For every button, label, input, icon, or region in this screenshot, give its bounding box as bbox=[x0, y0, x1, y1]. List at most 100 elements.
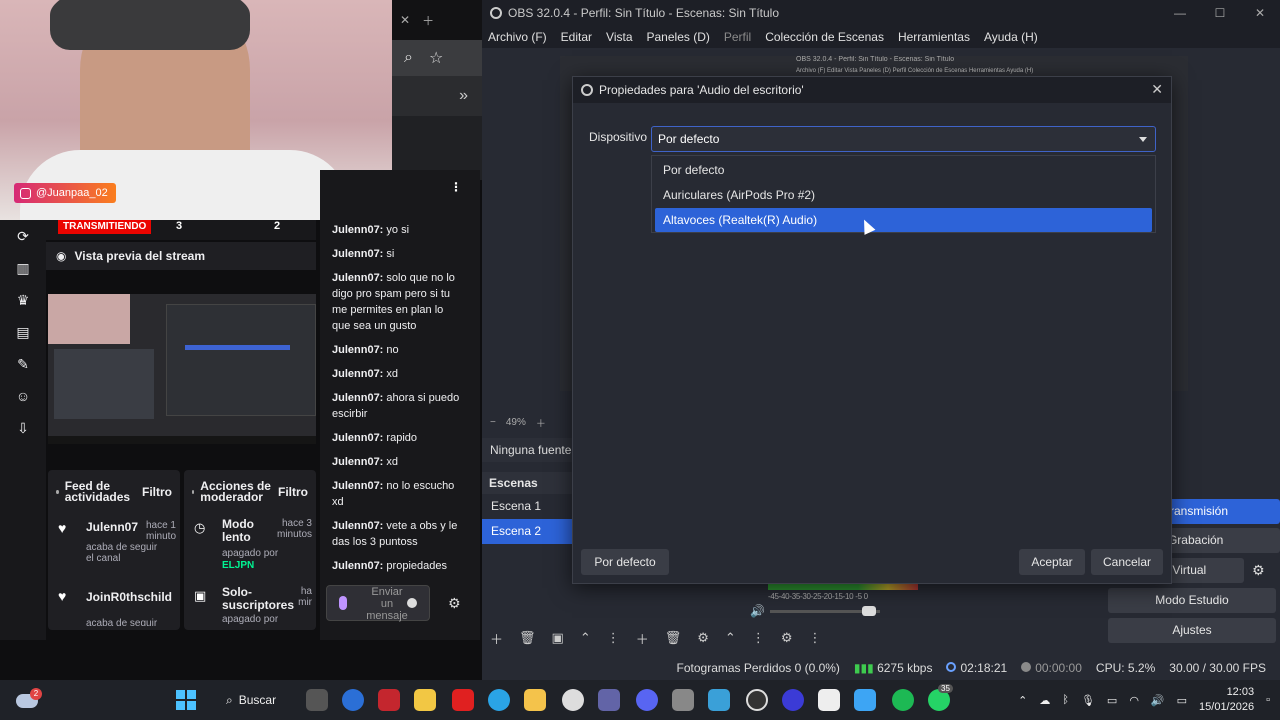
edge-icon[interactable] bbox=[488, 689, 510, 711]
mic-icon[interactable] bbox=[339, 596, 347, 610]
chatgpt-icon[interactable] bbox=[562, 689, 584, 711]
chat-more-icon[interactable]: ⋮ bbox=[450, 180, 462, 194]
battery-icon[interactable]: ▭ bbox=[1177, 694, 1187, 707]
settings-button[interactable]: Ajustes bbox=[1108, 618, 1276, 643]
menu-archivo[interactable]: Archivo (F) bbox=[488, 30, 547, 44]
display-icon[interactable]: ▭ bbox=[1107, 694, 1117, 707]
add-icon[interactable]: ＋ bbox=[490, 629, 503, 648]
menu-herramientas[interactable]: Herramientas bbox=[898, 30, 970, 44]
tray-app-icon[interactable]: ☁ bbox=[1039, 694, 1050, 707]
bookmark-star-icon[interactable]: ☆ bbox=[429, 48, 443, 68]
notification-icon[interactable]: ▫ bbox=[1266, 694, 1270, 706]
menu-editar[interactable]: Editar bbox=[561, 30, 592, 44]
youtube-icon[interactable] bbox=[452, 689, 474, 711]
nav-link-icon[interactable]: ⟳ bbox=[0, 220, 46, 252]
photos-icon[interactable] bbox=[708, 689, 730, 711]
feed-user[interactable]: Julenn07 bbox=[86, 520, 138, 534]
feed-user[interactable]: JoinR0thschild bbox=[86, 590, 172, 604]
mod-by[interactable]: ELJPN bbox=[222, 560, 254, 571]
mixer-more-icon[interactable]: ⋮ bbox=[808, 630, 821, 646]
menu-coleccion[interactable]: Colección de Escenas bbox=[765, 30, 884, 44]
filter-icon[interactable]: ▣ bbox=[552, 630, 564, 646]
activity-filter-button[interactable]: Filtro bbox=[142, 485, 172, 499]
device-option[interactable]: Por defecto bbox=[655, 158, 1152, 182]
menu-vista[interactable]: Vista bbox=[606, 30, 632, 44]
delete-source-icon[interactable]: 🗑 bbox=[665, 630, 682, 646]
scene-item-selected[interactable]: Escena 2 bbox=[482, 519, 572, 544]
up-icon[interactable]: ⌃ bbox=[580, 630, 591, 646]
defaults-button[interactable]: Por defecto bbox=[581, 549, 669, 575]
zoom-icon[interactable]: ⌕ bbox=[404, 49, 413, 67]
tray-expand-icon[interactable]: ⌃ bbox=[1018, 694, 1027, 707]
drag-handle-icon[interactable] bbox=[56, 490, 59, 494]
spotify-icon[interactable] bbox=[892, 689, 914, 711]
file-explorer-icon[interactable] bbox=[524, 689, 546, 711]
bluetooth-icon[interactable]: ᛒ bbox=[1062, 694, 1069, 706]
microphone-icon[interactable]: 🎙 bbox=[1081, 694, 1095, 707]
device-select-value: Por defecto bbox=[658, 132, 720, 146]
nav-content-icon[interactable]: ▤ bbox=[0, 316, 46, 348]
menu-perfil[interactable]: Perfil bbox=[724, 30, 751, 44]
source-up-icon[interactable]: ⌃ bbox=[725, 630, 736, 646]
taskbar-search[interactable]: ⌕ Buscar bbox=[218, 688, 286, 712]
menu-paneles[interactable]: Paneles (D) bbox=[647, 30, 710, 44]
speaker-icon[interactable]: 🔊 bbox=[750, 604, 765, 618]
nav-upload-icon[interactable]: ⇩ bbox=[0, 412, 46, 444]
weather-widget[interactable]: 2 bbox=[16, 688, 42, 712]
nav-stats-icon[interactable]: ▥ bbox=[0, 252, 46, 284]
antivirus-icon[interactable] bbox=[378, 689, 400, 711]
task-view-icon[interactable] bbox=[306, 689, 328, 711]
clock[interactable]: 12:03 15/01/2026 bbox=[1199, 685, 1254, 715]
menu-ayuda[interactable]: Ayuda (H) bbox=[984, 30, 1038, 44]
expand-chevron-icon[interactable]: » bbox=[392, 76, 482, 116]
chat-settings-icon[interactable]: ⚙ bbox=[448, 595, 461, 612]
properties-dialog: Propiedades para 'Audio del escritorio' … bbox=[572, 76, 1172, 584]
tab-close-icon[interactable]: ✕ bbox=[400, 13, 410, 27]
wifi-icon[interactable]: ◠ bbox=[1129, 694, 1139, 707]
more-icon[interactable]: ⋮ bbox=[607, 630, 620, 646]
source-settings-icon[interactable]: ⚙ bbox=[697, 630, 709, 646]
app-icon[interactable] bbox=[342, 689, 364, 711]
teams-icon[interactable] bbox=[598, 689, 620, 711]
close-icon[interactable]: ✕ bbox=[1240, 0, 1280, 26]
cancel-button[interactable]: Cancelar bbox=[1091, 549, 1163, 575]
chevron-down-icon[interactable] bbox=[1139, 137, 1147, 142]
volume-slider-knob[interactable] bbox=[862, 606, 876, 616]
volume-icon[interactable]: 🔊 bbox=[1151, 694, 1165, 707]
add-source-icon[interactable]: ＋ bbox=[636, 629, 649, 648]
device-option[interactable]: Auriculares (AirPods Pro #2) bbox=[655, 183, 1152, 207]
obs-icon[interactable] bbox=[746, 689, 768, 711]
twitch-side-nav: ⟳ ▥ ♛ ▤ ✎ ☺ ⇩ bbox=[0, 220, 46, 640]
calculator-icon[interactable] bbox=[854, 689, 876, 711]
device-option-highlighted[interactable]: Altavoces (Realtek(R) Audio) bbox=[655, 208, 1152, 232]
discord-icon[interactable] bbox=[636, 689, 658, 711]
source-label: Ninguna fuente bbox=[482, 438, 572, 462]
studio-mode-button[interactable]: Modo Estudio bbox=[1108, 588, 1276, 613]
delete-icon[interactable]: 🗑 bbox=[519, 630, 536, 646]
nav-trophy-icon[interactable]: ♛ bbox=[0, 284, 46, 316]
mixer-settings-icon[interactable]: ⚙ bbox=[781, 630, 793, 646]
device-select[interactable]: Por defecto bbox=[651, 126, 1156, 152]
nav-wrench-icon[interactable]: ✎ bbox=[0, 348, 46, 380]
nav-community-icon[interactable]: ☺ bbox=[0, 380, 46, 412]
emote-icon[interactable] bbox=[407, 598, 417, 608]
minimize-icon[interactable]: — bbox=[1160, 0, 1200, 26]
maximize-icon[interactable]: ☐ bbox=[1200, 0, 1240, 26]
zoom-in-icon[interactable]: ＋ bbox=[536, 415, 546, 430]
zoom-out-icon[interactable]: − bbox=[490, 417, 496, 428]
scene-item[interactable]: Escena 1 bbox=[482, 494, 572, 519]
settings-icon[interactable] bbox=[672, 689, 694, 711]
virtual-camera-settings-icon[interactable]: ⚙ bbox=[1252, 562, 1265, 579]
chat-input[interactable]: Enviar un mensaje bbox=[326, 585, 430, 622]
app-icon-2[interactable] bbox=[782, 689, 804, 711]
stream-preview[interactable] bbox=[48, 294, 316, 444]
new-tab-icon[interactable]: ＋ bbox=[422, 12, 434, 29]
store-icon[interactable] bbox=[414, 689, 436, 711]
accept-button[interactable]: Aceptar bbox=[1019, 549, 1085, 575]
start-button[interactable] bbox=[176, 690, 196, 710]
dialog-close-icon[interactable]: ✕ bbox=[1151, 81, 1163, 98]
source-more-icon[interactable]: ⋮ bbox=[752, 630, 765, 646]
drag-handle-icon[interactable] bbox=[192, 490, 195, 494]
notepad-icon[interactable] bbox=[818, 689, 840, 711]
mod-filter-button[interactable]: Filtro bbox=[278, 485, 308, 499]
